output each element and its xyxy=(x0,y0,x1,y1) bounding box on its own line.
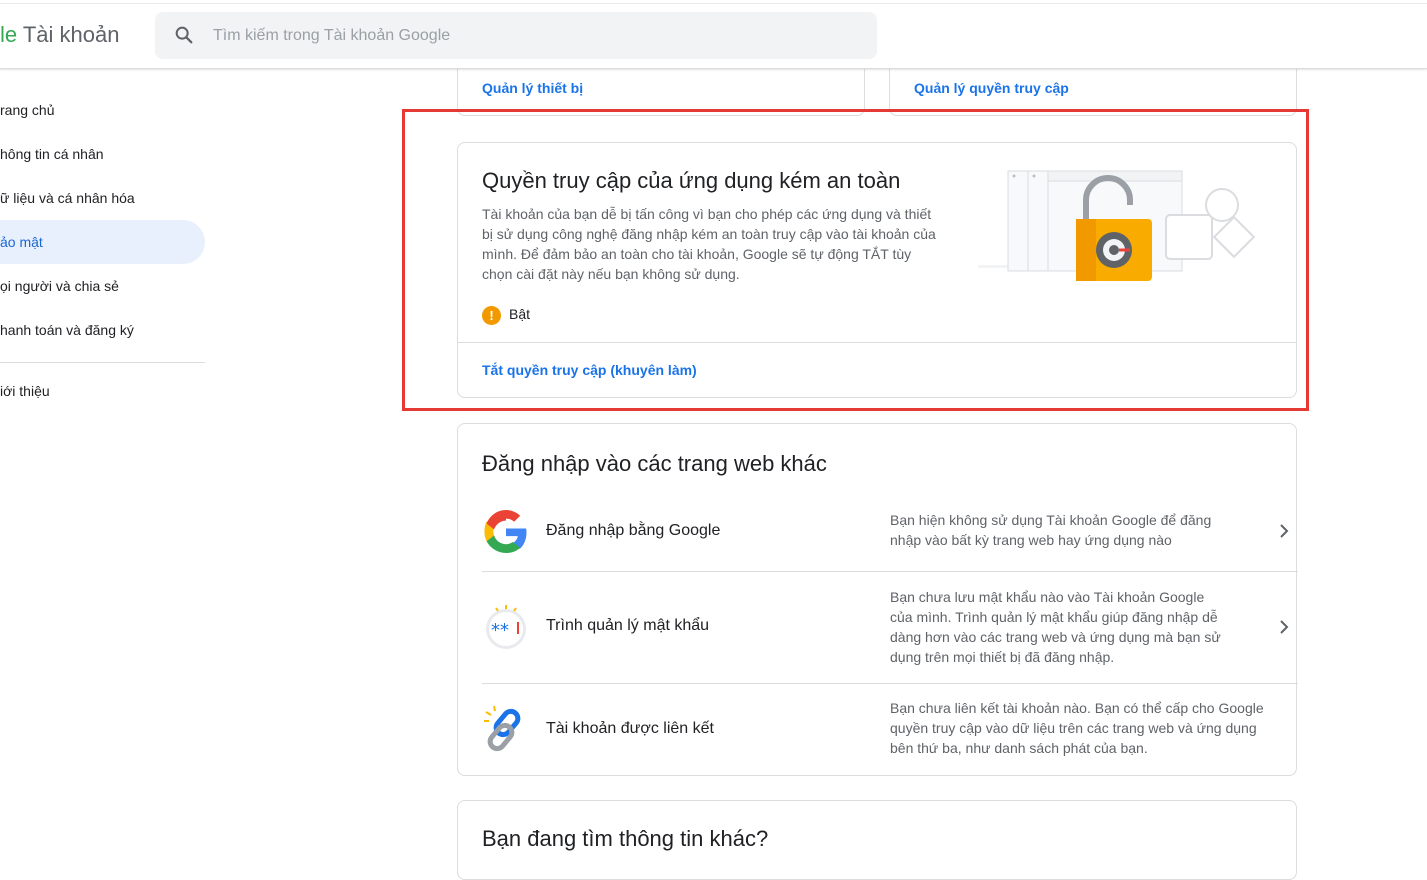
row-description: Bạn chưa lưu mật khẩu nào vào Tài khoản … xyxy=(890,589,1221,665)
row-divider xyxy=(482,683,1298,684)
card-title: Quyền truy cập của ứng dụng kém an toàn xyxy=(482,168,901,193)
manage-access-link[interactable]: Quản lý quyền truy cập xyxy=(914,80,1069,96)
chevron-right-icon[interactable] xyxy=(1272,519,1296,543)
sidebar-item-label: hanh toán và đăng ký xyxy=(0,322,134,338)
search-icon[interactable] xyxy=(173,24,195,46)
sidebar-item-security[interactable]: ảo mật xyxy=(0,220,205,264)
manage-devices-link[interactable]: Quản lý thiết bị xyxy=(482,80,583,96)
sidebar-item-label: rang chủ xyxy=(0,102,55,118)
turn-off-access-link[interactable]: Tắt quyền truy cập (khuyên làm) xyxy=(482,362,697,378)
card-description: Tài khoản của bạn dễ bị tấn công vì bạn … xyxy=(482,206,936,282)
card-divider xyxy=(458,342,1296,343)
google-g-icon xyxy=(484,510,527,553)
row-description: Bạn hiện không sử dụng Tài khoản Google … xyxy=(890,512,1212,548)
sidebar-divider xyxy=(0,362,205,363)
google-account-logo[interactable]: le Tài khoản xyxy=(0,22,119,48)
card-title: Bạn đang tìm thông tin khác? xyxy=(482,826,769,851)
sidebar-item-about[interactable]: iới thiệu xyxy=(0,369,205,413)
brand-logo-fragment: le xyxy=(0,22,18,47)
row-title: Tài khoản được liên kết xyxy=(546,720,714,737)
linked-accounts-icon xyxy=(484,705,521,752)
sidebar-item-home[interactable]: rang chủ xyxy=(0,88,205,132)
sidebar-item-label: hông tin cá nhân xyxy=(0,146,104,162)
sidebar-item-personal-info[interactable]: hông tin cá nhân xyxy=(0,132,205,176)
sidebar-nav: rang chủ hông tin cá nhân ữ liệu và cá n… xyxy=(0,88,205,413)
signin-other-sites-card: Đăng nhập vào các trang web khác Đăng nh… xyxy=(457,423,1298,776)
sidebar-item-label: ảo mật xyxy=(0,234,43,250)
sidebar-item-label: ữ liệu và cá nhân hóa xyxy=(0,190,135,206)
password-manager-icon: ** xyxy=(486,605,526,649)
row-description: Bạn chưa liên kết tài khoản nào. Bạn có … xyxy=(890,700,1264,756)
sidebar-item-data-privacy[interactable]: ữ liệu và cá nhân hóa xyxy=(0,176,205,220)
warning-icon: ! xyxy=(482,306,501,325)
less-secure-apps-card: Quyền truy cập của ứng dụng kém an toàn … xyxy=(457,142,1297,398)
sidebar-item-label: iới thiệu xyxy=(0,383,50,399)
search-input[interactable] xyxy=(213,21,853,51)
sidebar-item-people-sharing[interactable]: ọi người và chia sẻ xyxy=(0,264,205,308)
row-divider xyxy=(482,571,1298,572)
status-text: Bật xyxy=(509,306,531,323)
unlocked-padlock-illustration xyxy=(978,170,1256,281)
list-item-linked-accounts[interactable]: Tài khoản được liên kết Bạn chưa liên kế… xyxy=(482,694,1296,774)
search-bar[interactable] xyxy=(155,12,877,59)
row-title: Trình quản lý mật khẩu xyxy=(546,617,710,634)
chevron-right-icon[interactable] xyxy=(1272,615,1296,639)
brand-title: Tài khoản xyxy=(22,22,120,47)
sidebar-item-label: ọi người và chia sẻ xyxy=(0,278,119,294)
top-app-bar: le Tài khoản xyxy=(0,0,1427,69)
list-item-password-manager[interactable]: ** Trình quản lý mật khẩu Bạn chưa lưu m… xyxy=(482,579,1296,684)
looking-for-more-card: Bạn đang tìm thông tin khác? xyxy=(457,800,1297,880)
card-title: Đăng nhập vào các trang web khác xyxy=(482,451,827,476)
status-indicator: ! Bật xyxy=(482,306,530,325)
list-item-signin-with-google[interactable]: Đăng nhập bằng Google Bạn hiện không sử … xyxy=(482,504,1296,572)
top-edge-line xyxy=(0,3,1427,4)
sidebar-item-payments[interactable]: hanh toán và đăng ký xyxy=(0,308,205,352)
row-title: Đăng nhập bằng Google xyxy=(546,522,721,539)
svg-text:**: ** xyxy=(491,620,509,641)
